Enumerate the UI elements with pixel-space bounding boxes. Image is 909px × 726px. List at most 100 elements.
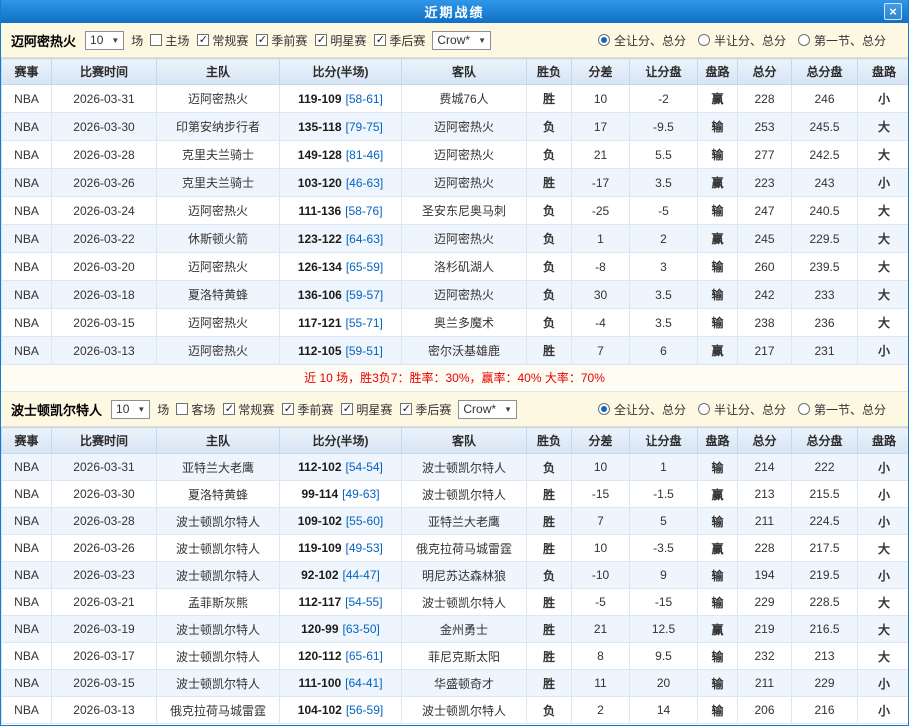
games-count-select[interactable]: 10 ▼ — [85, 31, 124, 50]
column-header: 总分 — [738, 59, 792, 85]
point-diff-cell: -17 — [572, 169, 630, 197]
home-team-cell: 波士顿凯尔特人 — [157, 535, 280, 562]
filter-checkbox[interactable]: 主场 — [150, 32, 189, 49]
filter-checkbox[interactable]: ✓明星赛 — [341, 401, 392, 418]
odds-type-radio[interactable]: 半让分、总分 — [698, 401, 786, 418]
handicap-line-cell: -1.5 — [630, 481, 698, 508]
league-cell: NBA — [2, 113, 52, 141]
total-points-cell: 223 — [738, 169, 792, 197]
over-under-cell: 小 — [858, 337, 909, 365]
half-time-score: [54-55] — [345, 595, 382, 609]
handicap-line-cell: -9.5 — [630, 113, 698, 141]
final-score: 112-102 — [298, 460, 341, 474]
radio-label: 半让分、总分 — [714, 401, 786, 418]
game-row: NBA2026-03-30夏洛特黄蜂99-114[49-63]波士顿凯尔特人胜-… — [2, 481, 909, 508]
chevron-down-icon: ▼ — [111, 36, 119, 45]
column-header: 让分盘 — [630, 428, 698, 454]
over-under-cell: 大 — [858, 589, 909, 616]
column-header: 盘路 — [858, 59, 909, 85]
games-count-select[interactable]: 10 ▼ — [111, 400, 150, 419]
handicap-result-cell: 输 — [698, 670, 738, 697]
final-score: 109-102 — [298, 514, 342, 528]
total-line-cell: 219.5 — [792, 562, 858, 589]
away-team-cell: 迈阿密热火 — [402, 169, 527, 197]
home-team-cell: 迈阿密热火 — [157, 309, 280, 337]
total-line-cell: 222 — [792, 454, 858, 481]
final-score: 136-106 — [298, 288, 342, 302]
filter-checkbox[interactable]: 客场 — [176, 401, 215, 418]
results-table: 赛事比赛时间主队比分(半场)客队胜负分差让分盘盘路总分总分盘盘路 NBA2026… — [1, 427, 909, 724]
total-points-cell: 247 — [738, 197, 792, 225]
close-icon[interactable]: × — [884, 3, 902, 20]
half-time-score: [58-61] — [346, 92, 383, 106]
final-score: 119-109 — [298, 92, 341, 106]
away-team-cell: 迈阿密热火 — [402, 113, 527, 141]
date-cell: 2026-03-28 — [52, 508, 157, 535]
column-header: 赛事 — [2, 59, 52, 85]
column-header: 分差 — [572, 59, 630, 85]
radio-label: 全让分、总分 — [614, 32, 686, 49]
total-line-cell: 231 — [792, 337, 858, 365]
handicap-result-cell: 赢 — [698, 169, 738, 197]
bookmaker-select[interactable]: Crow* ▼ — [432, 31, 491, 50]
win-loss-cell: 负 — [527, 197, 572, 225]
filter-checkbox[interactable]: ✓常规赛 — [223, 401, 274, 418]
score-cell: 120-112[65-61] — [280, 643, 402, 670]
league-cell: NBA — [2, 454, 52, 481]
total-line-cell: 233 — [792, 281, 858, 309]
bookmaker-select[interactable]: Crow* ▼ — [458, 400, 517, 419]
filter-checkbox[interactable]: ✓季后赛 — [400, 401, 451, 418]
win-loss-cell: 胜 — [527, 670, 572, 697]
filter-checkbox[interactable]: ✓明星赛 — [315, 32, 366, 49]
point-diff-cell: 7 — [572, 337, 630, 365]
home-team-cell: 波士顿凯尔特人 — [157, 643, 280, 670]
date-cell: 2026-03-23 — [52, 562, 157, 589]
team-section-heat: 迈阿密热火 10 ▼ 场 主场✓常规赛✓季前赛✓明星赛✓季后赛 Crow* ▼ … — [1, 23, 908, 392]
score-cell: 111-136[58-76] — [280, 197, 402, 225]
radio-label: 全让分、总分 — [614, 401, 686, 418]
away-team-cell: 华盛顿奇才 — [402, 670, 527, 697]
game-row: NBA2026-03-28克里夫兰骑士149-128[81-46]迈阿密热火负2… — [2, 141, 909, 169]
filter-checkbox[interactable]: ✓季前赛 — [256, 32, 307, 49]
total-points-cell: 229 — [738, 589, 792, 616]
league-cell: NBA — [2, 616, 52, 643]
handicap-line-cell: 5.5 — [630, 141, 698, 169]
filter-checkbox[interactable]: ✓常规赛 — [197, 32, 248, 49]
half-time-score: [59-57] — [346, 288, 383, 302]
odds-type-radio[interactable]: 全让分、总分 — [598, 401, 686, 418]
final-score: 103-120 — [298, 176, 342, 190]
over-under-cell: 大 — [858, 616, 909, 643]
away-team-cell: 金州勇士 — [402, 616, 527, 643]
team-filter-bar: 迈阿密热火 10 ▼ 场 主场✓常规赛✓季前赛✓明星赛✓季后赛 Crow* ▼ … — [1, 23, 908, 58]
handicap-line-cell: 1 — [630, 454, 698, 481]
half-time-score: [49-63] — [342, 487, 379, 501]
home-team-cell: 迈阿密热火 — [157, 337, 280, 365]
odds-type-radio[interactable]: 第一节、总分 — [798, 401, 886, 418]
over-under-cell: 大 — [858, 141, 909, 169]
game-row: NBA2026-03-17波士顿凯尔特人120-112[65-61]菲尼克斯太阳… — [2, 643, 909, 670]
column-header: 比赛时间 — [52, 428, 157, 454]
filter-checkbox[interactable]: ✓季后赛 — [374, 32, 425, 49]
filter-checkbox[interactable]: ✓季前赛 — [282, 401, 333, 418]
checkbox-checked-icon: ✓ — [282, 403, 294, 415]
column-header: 总分盘 — [792, 59, 858, 85]
score-cell: 119-109 [58-61] — [280, 85, 402, 113]
total-points-cell: 232 — [738, 643, 792, 670]
over-under-cell: 大 — [858, 281, 909, 309]
score-cell: 120-99[63-50] — [280, 616, 402, 643]
odds-type-radio[interactable]: 半让分、总分 — [698, 32, 786, 49]
over-under-cell: 大 — [858, 535, 909, 562]
date-cell: 2026-03-28 — [52, 141, 157, 169]
point-diff-cell: -15 — [572, 481, 630, 508]
away-team-cell: 明尼苏达森林狼 — [402, 562, 527, 589]
total-line-cell: 239.5 — [792, 253, 858, 281]
handicap-line-cell: 6 — [630, 337, 698, 365]
point-diff-cell: -5 — [572, 589, 630, 616]
game-row: NBA2026-03-15波士顿凯尔特人111-100[64-41]华盛顿奇才胜… — [2, 670, 909, 697]
column-header: 比分(半场) — [280, 59, 402, 85]
odds-type-radio[interactable]: 第一节、总分 — [798, 32, 886, 49]
odds-type-radio[interactable]: 全让分、总分 — [598, 32, 686, 49]
game-row: NBA2026-03-22休斯顿火箭123-122[64-63]迈阿密热火负12… — [2, 225, 909, 253]
half-time-score: [65-61] — [346, 649, 383, 663]
league-cell: NBA — [2, 562, 52, 589]
